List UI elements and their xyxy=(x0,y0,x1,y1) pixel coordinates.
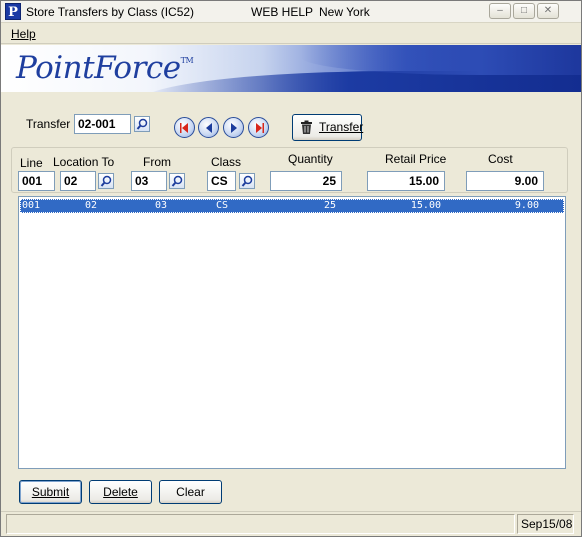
window-title: Store Transfers by Class (IC52) xyxy=(26,5,195,19)
last-arrow-icon xyxy=(256,123,264,133)
magnifier-icon xyxy=(171,175,183,187)
magnifier-icon xyxy=(241,175,253,187)
location-to-lookup-button[interactable] xyxy=(98,173,114,189)
submit-button-label: Submit xyxy=(31,485,70,499)
cost-field[interactable]: 9.00 xyxy=(466,171,544,191)
line-label: Line xyxy=(20,156,43,170)
minimize-button[interactable]: – xyxy=(489,3,511,19)
magnifier-icon xyxy=(100,175,112,187)
brand-banner: PointForceTM xyxy=(1,45,581,92)
transfer-label: Transfer xyxy=(26,117,71,131)
class-lookup-button[interactable] xyxy=(239,173,255,189)
app-icon: P xyxy=(5,3,21,20)
location-to-label: Location To xyxy=(53,155,115,169)
quantity-field[interactable]: 25 xyxy=(270,171,342,191)
retail-price-label: Retail Price xyxy=(385,152,447,166)
row-cost: 9.00 xyxy=(514,200,539,211)
first-arrow-icon xyxy=(180,123,188,133)
row-line: 001 xyxy=(22,200,41,211)
transfer-field[interactable]: 02-001 xyxy=(74,114,131,134)
delete-button-label: Delete xyxy=(103,485,138,499)
submit-button[interactable]: Submit xyxy=(19,480,82,504)
close-button[interactable]: ✕ xyxy=(537,3,559,19)
previous-record-button[interactable] xyxy=(198,117,219,138)
from-lookup-button[interactable] xyxy=(169,173,185,189)
delete-button[interactable]: Delete xyxy=(89,480,152,504)
location-label: New York xyxy=(319,5,370,19)
magnifier-icon xyxy=(136,118,148,130)
status-date: Sep15/08 xyxy=(517,514,574,534)
location-to-field[interactable]: 02 xyxy=(60,171,96,191)
transfer-button-label: Transfer xyxy=(319,120,364,134)
pointforce-logo: PointForceTM xyxy=(16,50,194,86)
status-bar: Sep15/08 xyxy=(1,511,581,536)
status-message xyxy=(6,514,515,534)
from-field[interactable]: 03 xyxy=(131,171,167,191)
list-row-selected[interactable]: 001 02 03 CS 25 15.00 9.00 xyxy=(20,199,564,213)
line-field[interactable]: 001 xyxy=(18,171,55,191)
row-location-to: 02 xyxy=(85,200,98,211)
maximize-button[interactable]: □ xyxy=(513,3,535,19)
menu-help[interactable]: Help xyxy=(11,27,36,41)
next-record-button[interactable] xyxy=(223,117,244,138)
transfer-lines-list[interactable]: 001 02 03 CS 25 15.00 9.00 xyxy=(18,196,566,469)
row-retail-price: 15.00 xyxy=(410,200,441,211)
quantity-label: Quantity xyxy=(288,152,333,166)
next-arrow-icon xyxy=(231,123,237,133)
retail-price-field[interactable]: 15.00 xyxy=(367,171,445,191)
trash-icon xyxy=(301,120,312,134)
first-record-button[interactable] xyxy=(174,117,195,138)
row-class: CS xyxy=(216,200,229,211)
menu-bar: Help xyxy=(1,24,581,44)
app-window: P Store Transfers by Class (IC52) WEB HE… xyxy=(0,0,582,537)
transfer-button[interactable]: Transfer xyxy=(292,114,364,141)
cost-label: Cost xyxy=(488,152,513,166)
last-record-button[interactable] xyxy=(248,117,269,138)
class-field[interactable]: CS xyxy=(207,171,236,191)
from-label: From xyxy=(143,155,171,169)
clear-button-label: Clear xyxy=(176,485,205,499)
transfer-lookup-button[interactable] xyxy=(134,116,150,132)
web-help-label: WEB HELP xyxy=(251,5,314,19)
title-bar[interactable]: P Store Transfers by Class (IC52) WEB HE… xyxy=(1,1,581,23)
row-quantity: 25 xyxy=(323,200,336,211)
clear-button[interactable]: Clear xyxy=(159,480,222,504)
class-label: Class xyxy=(211,155,242,169)
banner-swoosh-top xyxy=(301,45,581,75)
row-from: 03 xyxy=(155,200,168,211)
previous-arrow-icon xyxy=(206,123,212,133)
